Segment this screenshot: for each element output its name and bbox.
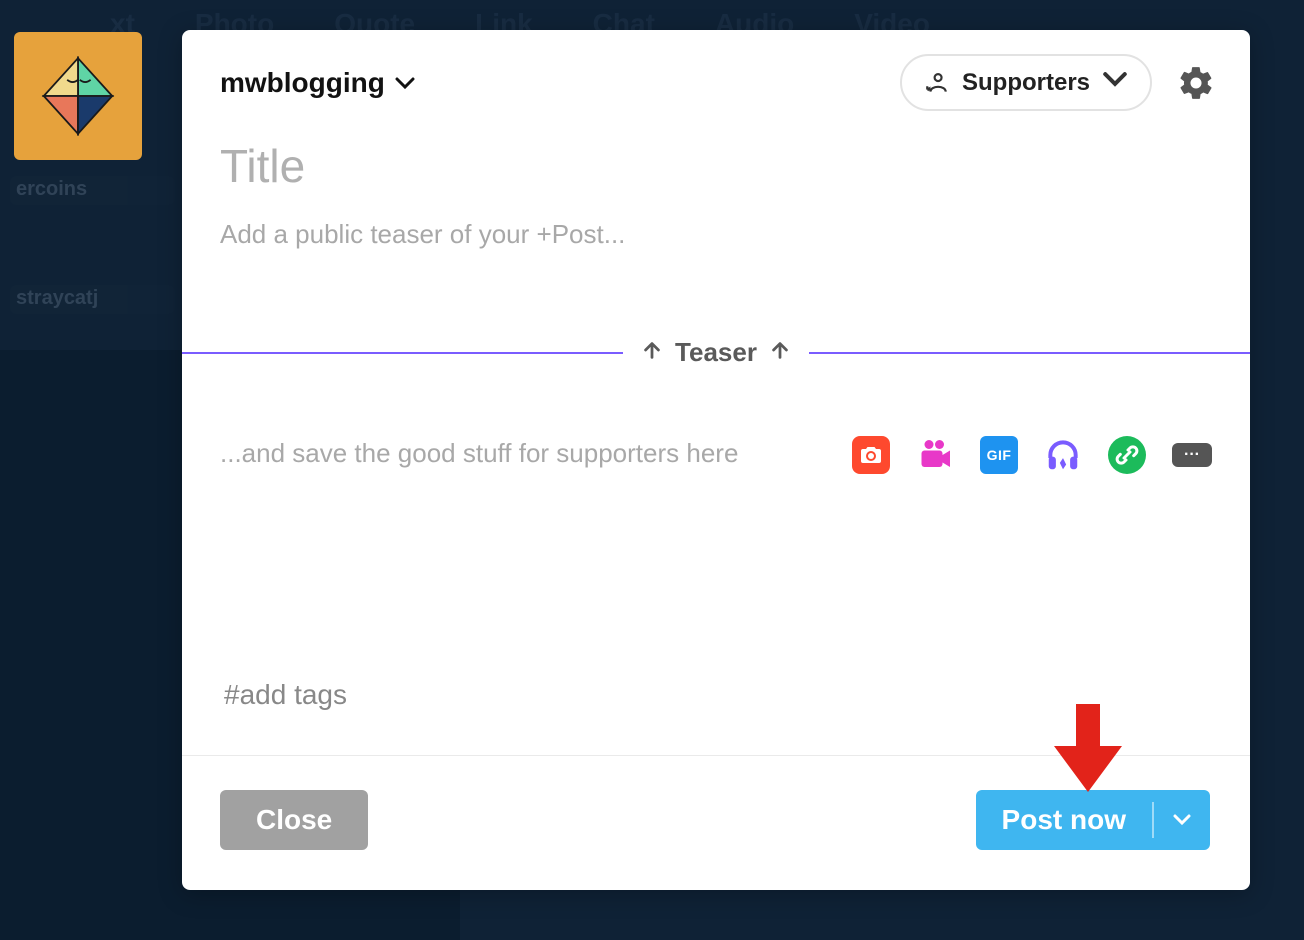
link-icon	[1115, 443, 1139, 467]
divider-label-text: Teaser	[675, 337, 757, 368]
audience-selector[interactable]: Supporters	[900, 54, 1152, 111]
avatar-octahedron-icon	[33, 51, 123, 141]
bg-sidebar: ercoins straycatj	[0, 150, 175, 324]
arrow-up-icon	[769, 337, 791, 368]
headphones-icon	[1044, 436, 1082, 474]
modal-footer: Close Post now	[182, 755, 1250, 890]
settings-button[interactable]	[1176, 63, 1216, 103]
blog-avatar[interactable]	[14, 32, 142, 160]
add-video-button[interactable]	[916, 436, 954, 474]
post-options-dropdown[interactable]	[1154, 790, 1210, 850]
add-gif-button[interactable]: GIF	[980, 436, 1018, 474]
video-camera-icon	[917, 437, 953, 473]
post-button-group: Post now	[976, 790, 1210, 850]
gear-icon	[1177, 64, 1215, 102]
gif-icon: GIF	[987, 447, 1012, 463]
more-options-button[interactable]: ···	[1172, 443, 1212, 467]
teaser-textarea[interactable]	[182, 203, 1250, 331]
ellipsis-icon: ···	[1184, 446, 1200, 464]
chevron-down-icon	[395, 70, 415, 96]
teaser-divider: Teaser	[182, 331, 1250, 374]
chevron-down-icon	[1172, 813, 1192, 827]
tags-input[interactable]	[182, 667, 1250, 755]
audience-label: Supporters	[962, 69, 1090, 97]
supporter-content-textarea[interactable]	[220, 432, 832, 469]
chevron-down-icon	[1102, 66, 1128, 99]
post-editor-modal: mwblogging Supporters	[182, 30, 1250, 890]
blog-selector[interactable]: mwblogging	[220, 67, 415, 99]
camera-icon	[859, 443, 883, 467]
divider-line	[182, 352, 623, 354]
add-link-button[interactable]	[1108, 436, 1146, 474]
supporter-person-icon	[924, 70, 950, 96]
close-button[interactable]: Close	[220, 790, 368, 850]
post-now-button[interactable]: Post now	[976, 790, 1152, 850]
add-audio-button[interactable]	[1044, 436, 1082, 474]
post-title-input[interactable]	[182, 121, 1250, 203]
blog-name-label: mwblogging	[220, 67, 385, 99]
media-toolbar: GIF ···	[852, 432, 1212, 474]
arrow-up-icon	[641, 337, 663, 368]
add-photo-button[interactable]	[852, 436, 890, 474]
divider-line	[809, 352, 1250, 354]
modal-header: mwblogging Supporters	[182, 30, 1250, 121]
